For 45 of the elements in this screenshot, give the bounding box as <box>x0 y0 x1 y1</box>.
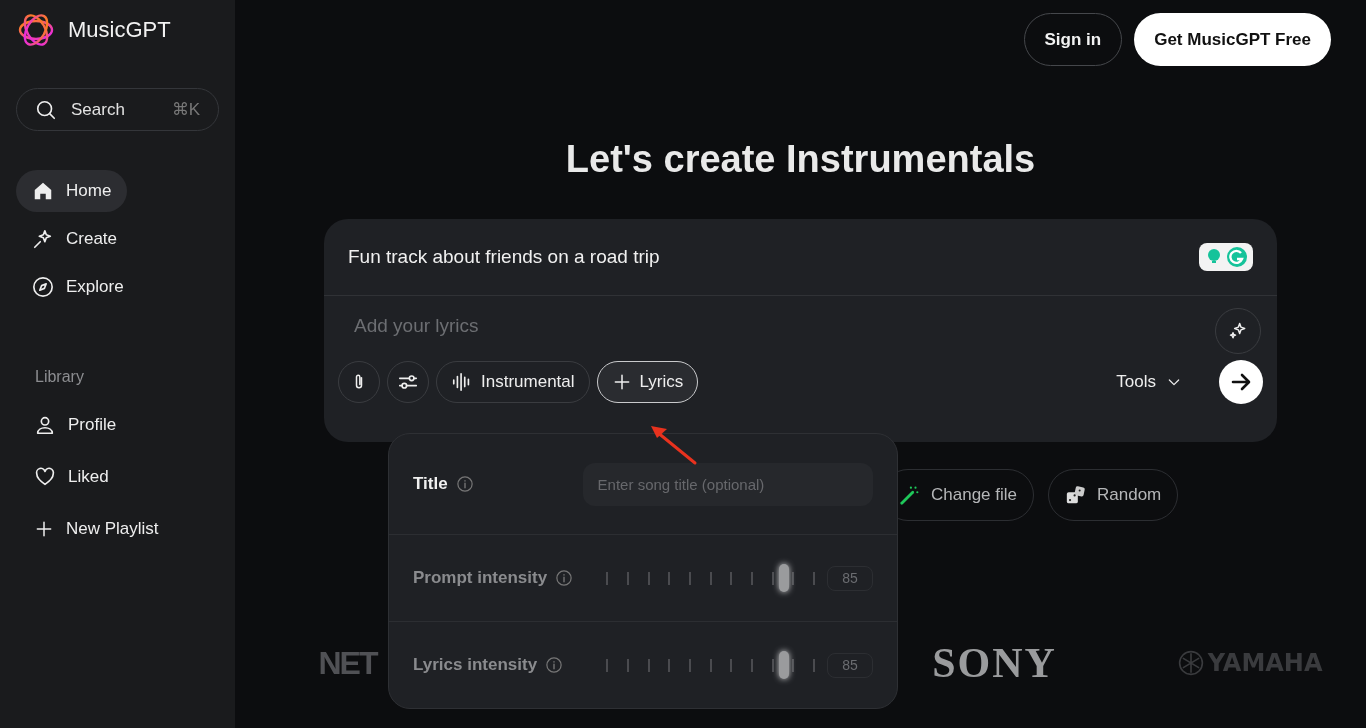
sparkle-icon <box>32 228 54 250</box>
sparkle-icon <box>1228 321 1248 341</box>
info-icon <box>555 569 574 587</box>
nav-item[interactable]: Explore <box>16 266 140 308</box>
sidebar-item[interactable]: New Playlist <box>16 514 177 544</box>
sidebar-item[interactable]: Profile <box>16 410 135 440</box>
shortcut-hint: ⌘K <box>171 99 200 120</box>
nav-item[interactable]: Create <box>16 218 134 260</box>
field-label: Title <box>413 474 448 494</box>
search-icon <box>35 98 57 121</box>
extension-badge-icon[interactable] <box>1199 242 1253 272</box>
wand-icon <box>899 484 921 506</box>
slider-thumb[interactable] <box>778 651 789 679</box>
toggle-chip[interactable]: Lyrics <box>596 361 699 403</box>
nav-item[interactable]: Home <box>16 170 128 212</box>
brand-logo: NET <box>318 644 377 682</box>
section-heading: Library <box>35 368 85 386</box>
title-field[interactable]: Enter song title (optional) <box>582 462 873 506</box>
page-heading: Let's create Instrumentals <box>565 138 1036 181</box>
slider-label: Prompt intensity <box>413 568 548 588</box>
tuning-fork-emblem-icon <box>1177 650 1204 676</box>
signup-button[interactable]: Get MusicGPT Free <box>1134 13 1331 66</box>
send-button[interactable] <box>1219 360 1263 404</box>
slider-value: 85 <box>827 565 873 591</box>
plus-icon <box>34 519 54 539</box>
brand-logo: SONY <box>932 639 1057 687</box>
info-icon <box>545 656 564 674</box>
dice-icon <box>1065 484 1087 506</box>
slider-value: 85 <box>827 652 873 678</box>
annotation-arrow <box>649 424 699 466</box>
compass-icon <box>32 276 54 298</box>
search-field[interactable]: Search <box>69 98 160 121</box>
slider-thumb[interactable] <box>778 564 789 592</box>
sidebar-item[interactable]: Liked <box>16 462 127 492</box>
slider-label: Lyrics intensity <box>413 655 538 675</box>
heart-icon <box>34 466 56 488</box>
slider-track[interactable] <box>606 650 816 680</box>
slider-track[interactable] <box>606 563 816 593</box>
brand-name: MusicGPT <box>68 17 171 43</box>
prompt-text[interactable]: Fun track about friends on a road trip <box>348 246 660 268</box>
lyrics-field[interactable]: Add your lyrics <box>352 314 752 338</box>
person-icon <box>34 414 56 436</box>
home-icon <box>32 180 54 202</box>
tools-dropdown[interactable]: Tools <box>1110 371 1188 393</box>
info-icon <box>455 475 474 493</box>
